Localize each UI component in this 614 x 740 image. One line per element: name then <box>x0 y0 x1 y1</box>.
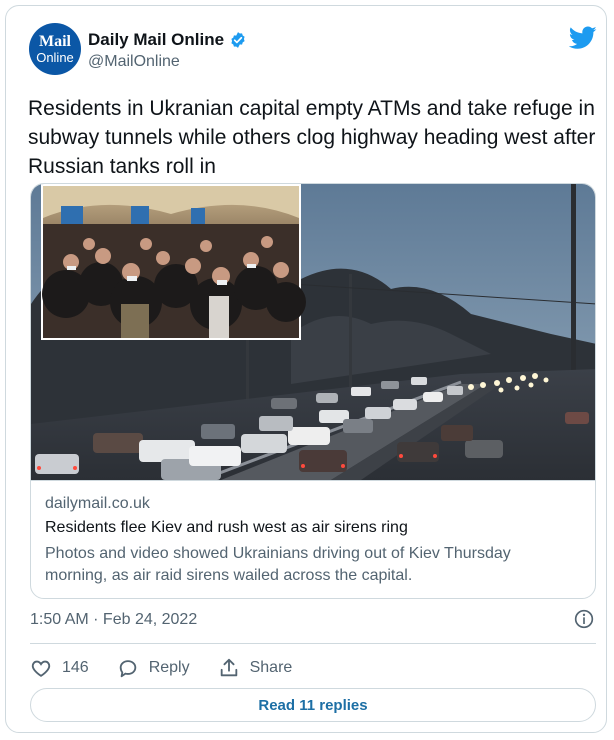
divider <box>30 643 596 644</box>
reply-bubble-icon <box>119 660 136 678</box>
author-name[interactable]: Daily Mail Online <box>88 30 224 50</box>
info-icon[interactable] <box>574 609 594 629</box>
reply-button[interactable]: Reply <box>117 657 190 679</box>
link-description: Photos and video showed Ukrainians drivi… <box>45 545 511 584</box>
tweet-card: Mail Online Daily Mail Online @MailOnlin… <box>5 5 607 733</box>
share-button[interactable]: Share <box>218 657 293 679</box>
action-bar: 146 Reply Share <box>30 656 320 680</box>
avatar-logo-line1: Mail <box>39 33 71 50</box>
reply-label: Reply <box>148 659 190 676</box>
link-preview-card[interactable]: dailymail.co.uk Residents flee Kiev and … <box>30 183 596 599</box>
link-preview-photo <box>31 184 595 480</box>
tweet-timestamp[interactable]: 1:50 AM · Feb 24, 2022 <box>30 611 197 629</box>
avatar-logo-line2: Online <box>36 50 74 65</box>
like-button[interactable]: 146 <box>30 657 89 679</box>
link-preview-text[interactable]: dailymail.co.uk Residents flee Kiev and … <box>31 480 595 598</box>
link-domain: dailymail.co.uk <box>45 495 150 512</box>
share-icon <box>220 658 237 677</box>
author-name-row[interactable]: Daily Mail Online <box>88 30 247 50</box>
like-count: 146 <box>62 659 89 676</box>
author-handle[interactable]: @MailOnline <box>88 53 180 71</box>
twitter-bird-icon[interactable] <box>569 26 597 50</box>
share-label: Share <box>249 659 293 676</box>
tweet-text: Residents in Ukranian capital empty ATMs… <box>28 97 596 178</box>
link-title: Residents flee Kiev and rush west as air… <box>45 519 408 536</box>
read-replies-button[interactable]: Read 11 replies <box>30 688 596 722</box>
heart-icon <box>31 660 51 677</box>
verified-badge-icon <box>231 32 245 48</box>
avatar[interactable]: Mail Online <box>29 23 81 75</box>
